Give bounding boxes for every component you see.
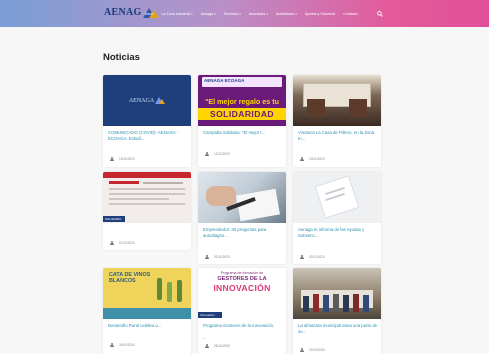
card-title[interactable]: Aenaga te informa de las Ayudas y Subven…	[298, 227, 378, 238]
menu-item-asociados[interactable]: Asociados ▾	[249, 12, 268, 16]
main-menu: Inicio La Zona Industrial ▾ Aenaga ▾ Servi…	[145, 0, 358, 27]
news-card[interactable]: Programa de formación de GESTORES DE LA …	[198, 268, 286, 354]
user-icon	[110, 157, 114, 161]
card-meta: 30/10/2020	[110, 343, 135, 347]
card-title[interactable]: Desarrollo Rural celebra u...	[108, 323, 188, 329]
user-icon	[205, 152, 209, 156]
news-card[interactable]: AENAGA ECOAGA "El mejor regalo es tu SOL…	[198, 75, 286, 167]
card-date: 30/10/2020	[119, 343, 135, 347]
card-image[interactable]	[293, 75, 381, 126]
card-meta: 02/11/2020	[300, 255, 325, 259]
card-title[interactable]: Vinoteca La Casa de Piñero, en la Zona I…	[298, 130, 378, 141]
card-meta: 10/11/2020	[300, 157, 325, 161]
card-date: 22/10/2020	[309, 348, 325, 352]
card-title[interactable]: Emprendedor: 30 preguntas para autodiagn…	[203, 227, 283, 238]
card-meta: 26/10/2020	[205, 344, 230, 348]
news-card[interactable]: Aenaga te informa de las Ayudas y Subven…	[293, 172, 381, 264]
menu-item-servicios[interactable]: Servicios ▾	[224, 12, 241, 16]
card-tag: SOLIDARIO	[103, 216, 125, 222]
card-tag: Innovación	[198, 312, 222, 318]
menu-item-contacto[interactable]: Contacto	[343, 12, 357, 16]
card-date: 02/11/2020	[309, 255, 325, 259]
page: AENAG Inicio La Zona Industrial ▾ Aenaga ▾…	[0, 0, 489, 354]
card-date: 19/11/2020	[119, 157, 135, 161]
card-image[interactable]	[293, 268, 381, 319]
menu-item-zona-industrial[interactable]: La Zona Industrial ▾	[161, 12, 192, 16]
card-image[interactable]	[293, 172, 381, 223]
news-card[interactable]: AENAGA COMUNICADO (COVID)- AENAGA - ECOA…	[103, 75, 191, 167]
card-image[interactable]	[198, 172, 286, 223]
chevron-down-icon: ▾	[266, 11, 268, 16]
card-title[interactable]: COMUNICADO (COVID)- AENAGA - ECOAGA. Est…	[108, 130, 188, 141]
menu-item-ayudas[interactable]: Ayudas y Subvenci	[305, 12, 336, 16]
card-image[interactable]: AENAGA	[103, 75, 191, 126]
card-image[interactable]: SOLIDARIO	[103, 172, 191, 223]
user-icon	[205, 344, 209, 348]
card-meta: 02/11/2020	[205, 255, 230, 259]
card-meta: 22/10/2020	[300, 348, 325, 352]
chevron-down-icon: ▾	[214, 11, 216, 16]
user-icon	[110, 343, 114, 347]
chevron-down-icon: ▾	[191, 11, 193, 16]
menu-item-aenaga[interactable]: Aenaga ▾	[201, 12, 216, 16]
card-title[interactable]: La almazara municipal dona una parte de …	[298, 323, 378, 334]
menu-item-inicio[interactable]: Inicio	[145, 12, 153, 16]
card-title-ellipsis: ...	[203, 335, 207, 340]
card-date: 10/11/2020	[309, 157, 325, 161]
card-meta: 19/11/2020	[110, 157, 135, 161]
search-icon[interactable]	[377, 11, 383, 17]
news-card[interactable]: SOLIDARIO 07/11/2020	[103, 172, 191, 250]
card-meta: 10/11/2020	[205, 152, 230, 156]
page-title: Noticias	[103, 52, 140, 63]
user-icon	[300, 348, 304, 352]
user-icon	[300, 255, 304, 259]
card-date: 07/11/2020	[119, 241, 135, 245]
chevron-down-icon: ▾	[239, 11, 241, 16]
chevron-down-icon: ▾	[295, 11, 297, 16]
top-navbar: AENAG Inicio La Zona Industrial ▾ Aenaga ▾…	[0, 0, 489, 27]
user-icon	[205, 255, 209, 259]
card-title[interactable]: Campaña Solidaria: "El mejor r...	[203, 130, 283, 136]
card-meta: 07/11/2020	[110, 241, 135, 245]
user-icon	[110, 241, 114, 245]
news-card[interactable]: Emprendedor: 30 preguntas para autodiagn…	[198, 172, 286, 264]
menu-item-actividades[interactable]: Actividades ▾	[276, 12, 297, 16]
card-image[interactable]: Programa de formación de GESTORES DE LA …	[198, 268, 286, 319]
news-card[interactable]: La almazara municipal dona una parte de …	[293, 268, 381, 354]
card-image[interactable]: CATA DE VINOS BLANCOS	[103, 268, 191, 319]
card-date: 10/11/2020	[214, 152, 230, 156]
card-date: 26/10/2020	[214, 344, 230, 348]
card-date: 02/11/2020	[214, 255, 230, 259]
user-icon	[300, 157, 304, 161]
card-title[interactable]: Programa Gestores de la Innovación.	[203, 323, 283, 329]
card-image[interactable]: AENAGA ECOAGA "El mejor regalo es tu SOL…	[198, 75, 286, 126]
news-card[interactable]: Vinoteca La Casa de Piñero, en la Zona I…	[293, 75, 381, 167]
logo-mark-icon	[155, 97, 166, 104]
logo-text: AENAG	[104, 7, 142, 18]
news-card[interactable]: CATA DE VINOS BLANCOS Desarrollo Rural c…	[103, 268, 191, 354]
